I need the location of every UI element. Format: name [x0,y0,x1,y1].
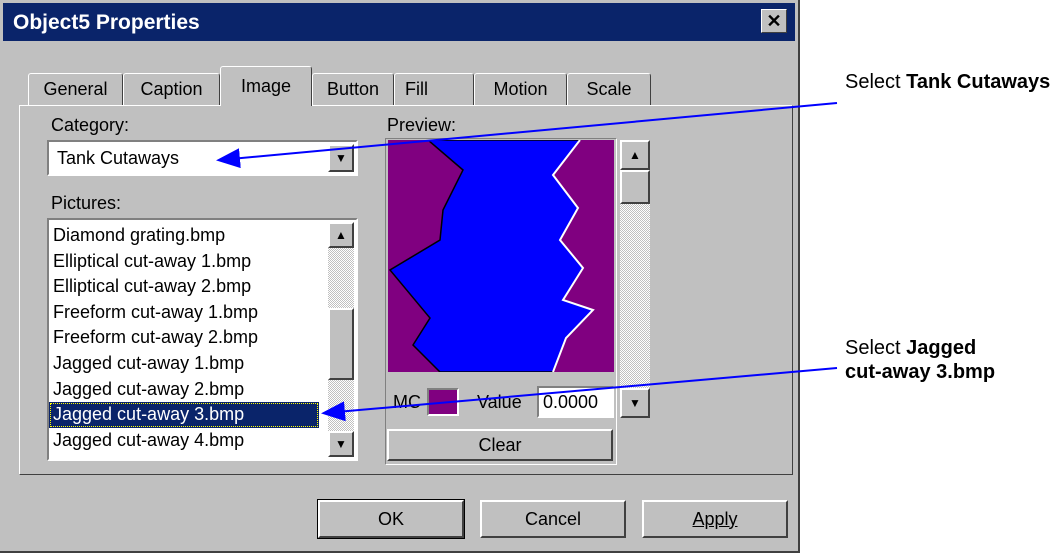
arrow-down-icon: ▼ [629,396,641,410]
pictures-scroll-thumb[interactable] [328,308,354,380]
arrow-up-icon: ▲ [629,148,641,162]
list-item[interactable]: Jagged cut-away 4.bmp [49,428,319,454]
annotation-picture-bold-2: cut-away 3.bmp [845,361,996,383]
tab-fill-label: Fill [405,79,428,99]
pictures-label: Pictures: [51,193,122,213]
close-button[interactable]: ✕ [761,9,787,33]
preview-scroll-up-button[interactable]: ▲ [620,140,650,170]
list-item[interactable]: Freeform cut-away 2.bmp [49,325,319,351]
mc-label: MC [393,392,421,412]
annotation-category-bold: Tank Cutaways [906,71,1051,93]
tab-motion[interactable]: Motion [474,73,567,105]
category-label: Category: [51,115,130,135]
title-bar[interactable]: Object5 Properties ✕ [3,3,795,41]
annotation-picture-prefix: Select [845,337,907,359]
window-title: Object5 Properties [13,11,200,34]
tab-fill[interactable]: Fill [394,73,474,105]
pictures-scroll-down-button[interactable]: ▼ [328,431,354,457]
apply-button-label: Apply [692,508,738,529]
category-dropdown-button[interactable]: ▼ [328,144,354,172]
list-item[interactable]: Diamond grating.bmp [49,223,319,249]
tab-scale[interactable]: Scale [567,73,651,105]
preview-scroll-thumb[interactable] [620,170,650,204]
cancel-button-label: Cancel [524,508,582,529]
list-item[interactable]: Jagged cut-away 3.bmp [49,402,319,428]
ok-button[interactable]: OK [317,499,465,539]
category-value: Tank Cutaways [57,148,180,168]
mc-color-swatch[interactable] [427,388,459,416]
value-input[interactable]: 0.0000 [537,386,614,418]
preview-scroll-down-button[interactable]: ▼ [620,388,650,418]
tab-button[interactable]: Button [312,73,394,105]
tab-image-label: Image [240,76,292,96]
value-input-text: 0.0000 [543,392,599,412]
category-combobox[interactable]: Tank Cutaways ▼ [47,140,358,176]
tab-general-label: General [43,79,108,99]
list-item[interactable]: Elliptical cut-away 1.bmp [49,249,319,275]
chevron-down-icon: ▼ [335,151,347,165]
properties-dialog: Object5 Properties ✕ General Caption Ima… [0,0,800,553]
pictures-listbox[interactable]: Diamond grating.bmp Elliptical cut-away 1… [47,218,358,461]
list-item[interactable]: Elliptical cut-away 2.bmp [49,274,319,300]
arrow-up-icon: ▲ [335,228,347,242]
tab-image[interactable]: Image [220,66,312,106]
annotation-category: Select Tank Cutaways [845,70,1050,94]
preview-scrollbar[interactable] [620,204,650,388]
cancel-button[interactable]: Cancel [480,500,626,538]
list-item[interactable]: Freeform cut-away 1.bmp [49,300,319,326]
annotation-category-prefix: Select [845,71,907,93]
pictures-scroll-up-button[interactable]: ▲ [328,222,354,248]
list-item[interactable]: Jagged cut-away 2.bmp [49,377,319,403]
pictures-list: Diamond grating.bmp Elliptical cut-away 1… [49,223,319,453]
tab-caption-label: Caption [140,79,203,99]
tab-button-label: Button [326,79,380,99]
apply-button[interactable]: Apply [642,500,788,538]
preview-label: Preview: [387,115,457,135]
tab-caption[interactable]: Caption [123,73,220,105]
preview-image [388,140,614,372]
arrow-down-icon: ▼ [335,437,347,451]
list-item[interactable]: Jagged cut-away 1.bmp [49,351,319,377]
tab-general[interactable]: General [28,73,123,105]
annotation-picture-bold-1: Jagged [906,337,977,359]
clear-button-label: Clear [478,434,522,455]
close-icon: ✕ [766,10,782,31]
ok-button-label: OK [377,508,404,529]
tab-motion-label: Motion [493,79,548,99]
tab-scale-label: Scale [586,79,632,99]
clear-button[interactable]: Clear [387,429,613,461]
annotation-picture: Select Jagged cut-away 3.bmp [845,336,1050,384]
value-label: Value [477,392,522,412]
